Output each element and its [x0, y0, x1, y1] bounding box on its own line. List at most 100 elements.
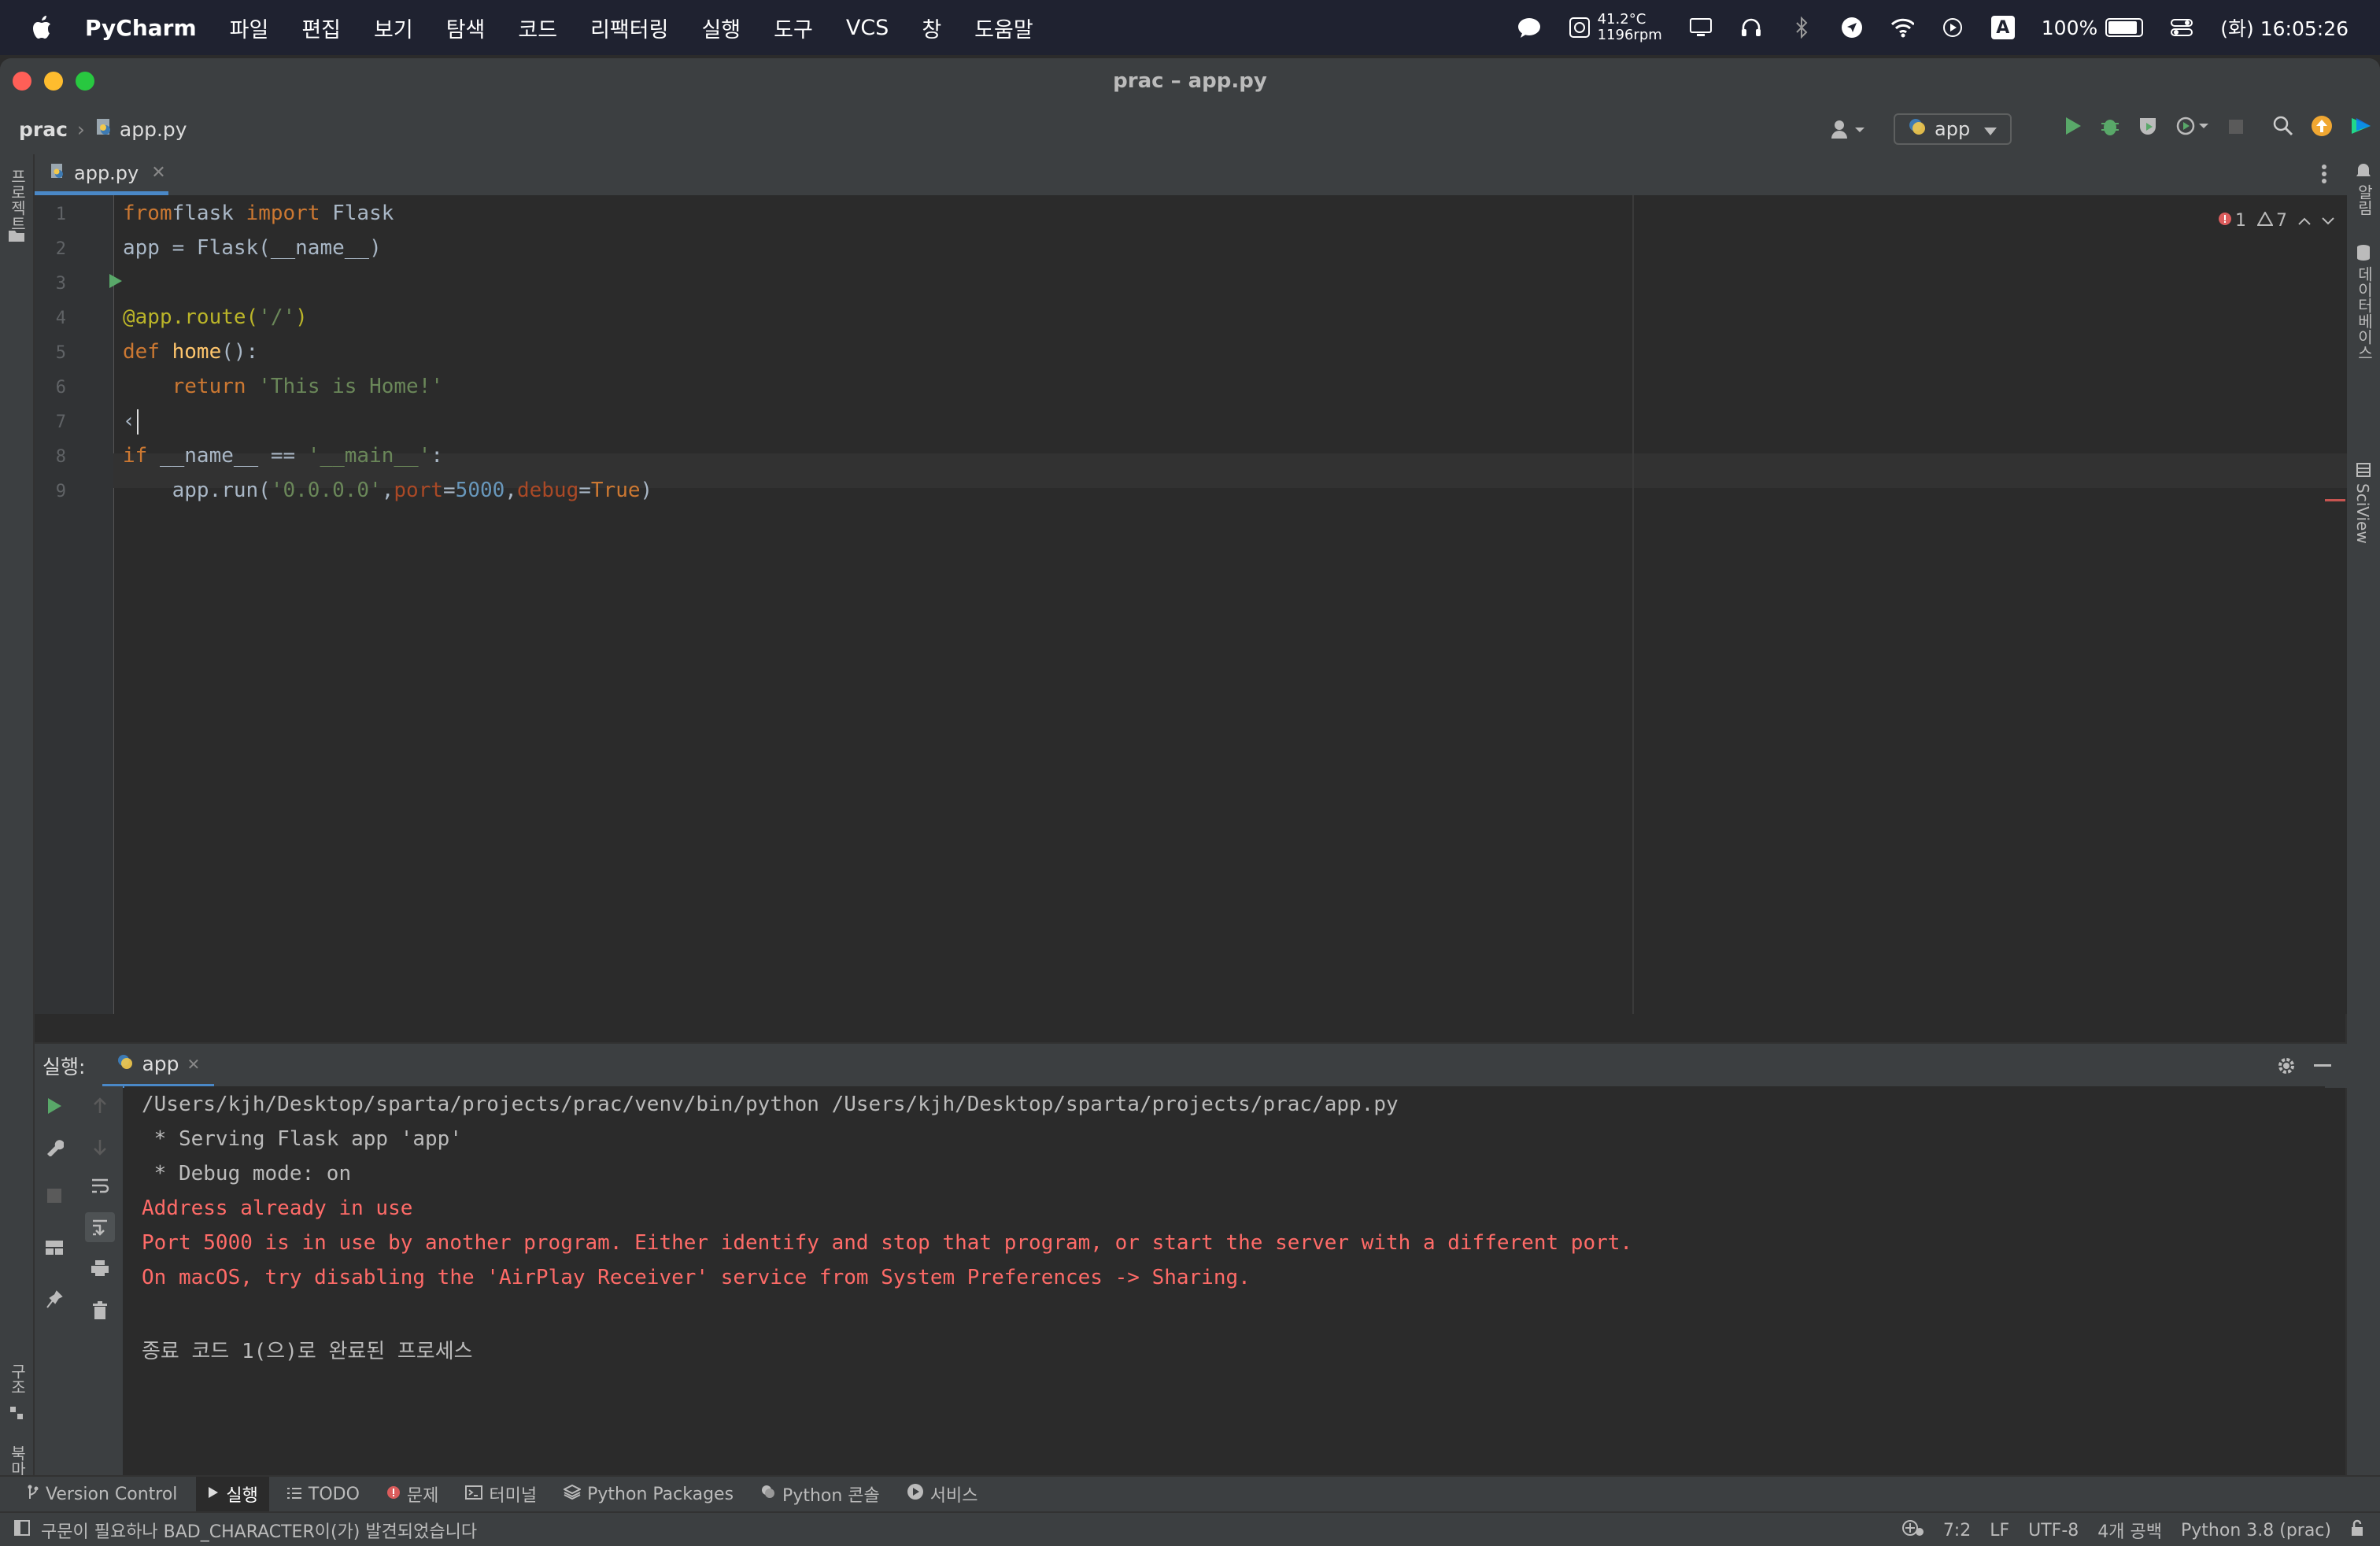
apple-menu-icon[interactable]: [27, 12, 55, 43]
coverage-icon[interactable]: [2138, 116, 2158, 141]
error-stripe-mark[interactable]: [2325, 499, 2345, 501]
python-console-tool-button[interactable]: Python 콘솔: [760, 1481, 880, 1507]
app-menu-pycharm[interactable]: PyCharm: [85, 15, 197, 41]
menu-vcs[interactable]: VCS: [846, 16, 889, 40]
notifications-tool-button[interactable]: 알림: [2353, 184, 2376, 216]
scroll-up-icon[interactable]: [88, 1094, 112, 1118]
code-line[interactable]: return 'This is Home!': [123, 375, 443, 398]
plugins-icon[interactable]: [2350, 115, 2372, 142]
menu-help[interactable]: 도움말: [974, 13, 1033, 43]
code-editor[interactable]: 1 fromflask import Flask 2 app = Flask(__na…: [35, 195, 2347, 1014]
update-icon[interactable]: [2311, 115, 2333, 142]
services-tool-button[interactable]: 서비스: [907, 1481, 978, 1507]
run-tab-app[interactable]: app ✕: [102, 1044, 215, 1088]
next-highlight-icon[interactable]: [2322, 211, 2334, 231]
python-packages-tool-button[interactable]: Python Packages: [562, 1484, 734, 1504]
battery-status[interactable]: 100%: [2042, 17, 2144, 39]
bluetooth-off-icon[interactable]: [1790, 16, 1813, 39]
menu-code[interactable]: 코드: [518, 13, 557, 43]
soft-wrap-icon[interactable]: [88, 1174, 112, 1198]
breadcrumb-project[interactable]: prac: [19, 118, 68, 141]
menu-refactor[interactable]: 리팩터링: [590, 13, 668, 43]
file-encoding[interactable]: UTF-8: [2028, 1521, 2079, 1540]
input-source-icon[interactable]: A: [1990, 16, 2015, 39]
run-configuration-select[interactable]: app: [1894, 113, 2012, 145]
close-window-button[interactable]: [13, 72, 31, 91]
control-center-icon[interactable]: [2170, 16, 2193, 39]
wifi-icon[interactable]: [1890, 16, 1914, 39]
database-tool-button[interactable]: 데이터베이스: [2353, 266, 2376, 361]
clock[interactable]: (화) 16:05:26: [2220, 13, 2349, 42]
lock-icon[interactable]: [2350, 1519, 2364, 1541]
messages-icon[interactable]: [1517, 16, 1541, 39]
menu-edit[interactable]: 편집: [301, 13, 341, 43]
menu-window[interactable]: 창: [922, 13, 941, 43]
sciview-icon[interactable]: [2352, 458, 2375, 482]
sciview-tool-button[interactable]: SciView: [2353, 483, 2372, 544]
trash-icon[interactable]: [88, 1299, 112, 1322]
menu-view[interactable]: 보기: [374, 13, 413, 43]
problems-tool-button[interactable]: 문제: [386, 1481, 438, 1507]
profile-icon[interactable]: [2175, 116, 2210, 141]
project-tool-button[interactable]: 프로젝트: [6, 168, 29, 231]
line-separator[interactable]: LF: [1990, 1521, 2009, 1540]
status-message[interactable]: 구문이 필요하나 BAD_CHARACTER이(가) 발견되었습니다: [41, 1518, 477, 1543]
indent-setting[interactable]: 4개 공백: [2097, 1518, 2162, 1543]
git-sync-icon[interactable]: [1901, 1518, 1924, 1542]
tool-windows-toggle-icon[interactable]: [14, 1520, 30, 1540]
menu-navigate[interactable]: 탐색: [446, 13, 486, 43]
vcs-user-icon[interactable]: [1828, 117, 1867, 141]
caret-position[interactable]: 7:2: [1943, 1521, 1971, 1540]
code-line[interactable]: @app.route('/'): [123, 305, 308, 329]
menu-tools[interactable]: 도구: [774, 13, 813, 43]
now-playing-icon[interactable]: [1941, 16, 1964, 39]
location-icon[interactable]: [1840, 16, 1864, 39]
terminal-tool-button[interactable]: 터미널: [465, 1481, 537, 1507]
close-tab-icon[interactable]: ✕: [187, 1055, 201, 1074]
scroll-down-icon[interactable]: [88, 1135, 112, 1159]
code-line[interactable]: fromflask import Flask: [123, 202, 394, 225]
breadcrumb-file[interactable]: app.py: [94, 117, 187, 141]
scroll-to-end-icon[interactable]: [85, 1212, 115, 1242]
python-interpreter[interactable]: Python 3.8 (prac): [2181, 1521, 2331, 1540]
close-tab-icon[interactable]: ✕: [151, 163, 165, 183]
layout-icon[interactable]: [42, 1236, 66, 1259]
stop-icon[interactable]: [42, 1184, 66, 1208]
code-line[interactable]: def home():: [123, 340, 258, 364]
code-line[interactable]: app.run('0.0.0.0',port=5000,debug=True): [123, 479, 653, 502]
run-console-output[interactable]: /Users/kjh/Desktop/sparta/projects/prac/…: [124, 1086, 2325, 1538]
run-tool-button[interactable]: 실행: [196, 1477, 269, 1511]
notifications-icon[interactable]: [2352, 159, 2375, 183]
todo-tool-button[interactable]: TODO: [286, 1485, 360, 1504]
headphones-icon[interactable]: [1739, 16, 1763, 39]
search-icon[interactable]: [2273, 116, 2293, 141]
settings-gear-icon[interactable]: [2275, 1054, 2298, 1078]
menu-file[interactable]: 파일: [230, 13, 269, 43]
pin-icon[interactable]: [42, 1288, 66, 1311]
minimize-window-button[interactable]: [44, 72, 63, 91]
debug-icon[interactable]: [2100, 116, 2120, 141]
run-icon[interactable]: [2064, 116, 2082, 141]
wrench-icon[interactable]: [42, 1135, 66, 1159]
rerun-icon[interactable]: [42, 1094, 66, 1118]
hide-panel-icon[interactable]: [2311, 1054, 2334, 1078]
cpu-stats[interactable]: 41.2°C 1196rpm: [1568, 12, 1662, 43]
code-line[interactable]: ‹: [123, 409, 135, 433]
version-control-tool-button[interactable]: Version Control: [27, 1484, 177, 1504]
structure-icon[interactable]: [5, 1401, 28, 1425]
display-icon[interactable]: [1689, 16, 1713, 39]
print-icon[interactable]: [88, 1256, 112, 1280]
menu-run[interactable]: 실행: [701, 13, 741, 43]
code-line[interactable]: app = Flask(__name__): [123, 236, 382, 260]
structure-tool-button[interactable]: 구조: [6, 1363, 29, 1395]
code-line[interactable]: if __name__ == '__main__':: [123, 444, 443, 468]
folder-icon[interactable]: [5, 224, 28, 247]
run-gutter-icon-line-8[interactable]: [105, 271, 126, 291]
previous-highlight-icon[interactable]: [2298, 211, 2311, 231]
database-icon[interactable]: [2352, 241, 2375, 264]
stop-icon[interactable]: [2227, 117, 2245, 140]
editor-tab-app-py[interactable]: app.py ✕: [35, 154, 168, 195]
zoom-window-button[interactable]: [76, 72, 94, 91]
inspection-widget[interactable]: 1 7: [2218, 210, 2334, 231]
more-options-icon[interactable]: [2312, 162, 2336, 186]
